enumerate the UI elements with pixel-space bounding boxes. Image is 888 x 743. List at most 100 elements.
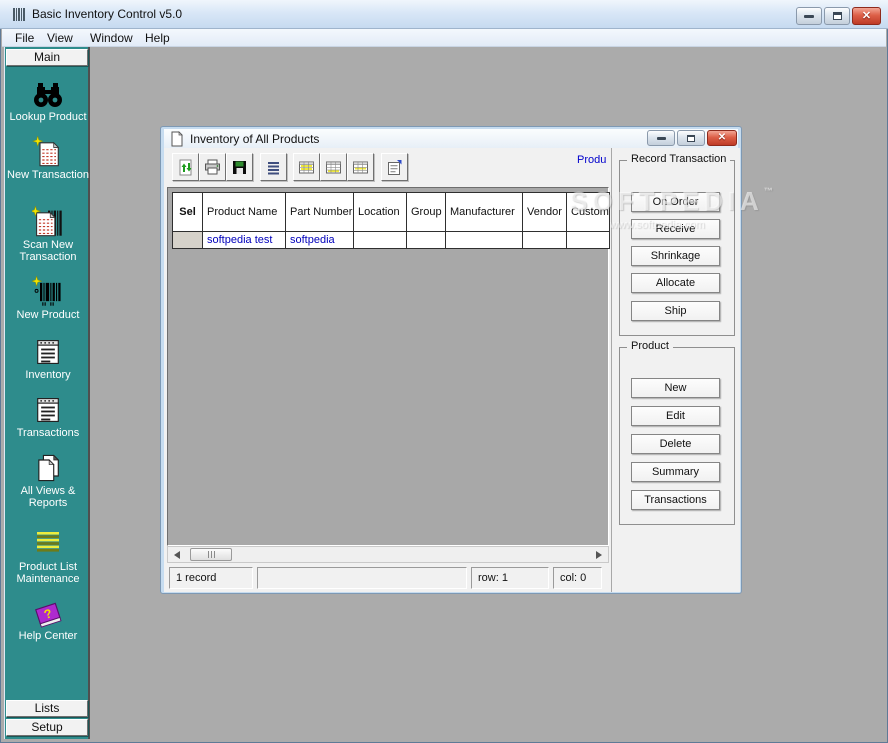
receive-button[interactable]: Receive (631, 219, 720, 239)
cell-group[interactable] (406, 231, 446, 249)
cell-sel[interactable] (172, 231, 203, 249)
refresh-button[interactable] (172, 153, 199, 181)
sidebar-item-inventory[interactable]: Inventory (5, 336, 91, 381)
scroll-left-button[interactable] (170, 548, 184, 561)
menu-view[interactable]: View (44, 31, 76, 45)
minimize-button[interactable] (796, 7, 822, 25)
cell-manufacturer[interactable] (445, 231, 523, 249)
record-transaction-group: Record Transaction On Order Receive Shri… (619, 160, 735, 336)
sidebar-item-label: Help Center (5, 630, 91, 642)
grid-highlight-columns-icon (298, 159, 315, 176)
status-bar: 1 record row: 1 col: 0 (164, 563, 611, 592)
sidebar-item-product-list-maintenance[interactable]: Product List Maintenance (5, 528, 91, 585)
app-title: Basic Inventory Control v5.0 (32, 7, 182, 21)
inventory-right-pane: Record Transaction On Order Receive Shri… (611, 148, 740, 592)
cell-customer[interactable] (566, 231, 610, 249)
sidebar-item-label: Transactions (5, 427, 91, 439)
sidebar-item-new-product[interactable]: New Product (5, 276, 91, 321)
grip-icon (214, 551, 215, 558)
list-view-button[interactable] (260, 153, 287, 181)
documents-icon (32, 452, 64, 484)
cell-part-number[interactable]: softpedia (285, 231, 354, 249)
allocate-button[interactable]: Allocate (631, 273, 720, 293)
column-header-vendor[interactable]: Vendor (522, 192, 567, 232)
delete-product-button[interactable]: Delete (631, 434, 720, 454)
transactions-button[interactable]: Transactions (631, 490, 720, 510)
sidebar-item-label: Lookup Product (5, 111, 91, 123)
grid-plain-button[interactable] (320, 153, 347, 181)
cell-product-name[interactable]: softpedia test (202, 231, 286, 249)
properties-icon (386, 159, 403, 176)
grid-highlight-rows-icon (352, 159, 369, 176)
record-transaction-title: Record Transaction (627, 153, 730, 165)
cell-location[interactable] (353, 231, 407, 249)
properties-button[interactable] (381, 153, 408, 181)
sidebar-item-help-center[interactable]: ? Help Center (5, 597, 91, 642)
child-maximize-button[interactable] (677, 130, 705, 146)
striped-list-icon (32, 528, 64, 560)
menu-window[interactable]: Window (87, 31, 136, 45)
status-record-count: 1 record (169, 567, 253, 589)
sidebar-item-label: Inventory (5, 369, 91, 381)
sidebar-item-all-views-reports[interactable]: All Views & Reports (5, 452, 91, 509)
print-icon (204, 159, 221, 176)
sidebar-tab-setup[interactable]: Setup (6, 719, 88, 736)
save-button[interactable] (226, 153, 253, 181)
sidebar-item-new-transaction[interactable]: New Transaction (5, 136, 91, 181)
scroll-right-button[interactable] (592, 548, 606, 561)
column-header-product-name[interactable]: Product Name (202, 192, 286, 232)
shrinkage-button[interactable]: Shrinkage (631, 246, 720, 266)
save-icon (231, 159, 248, 176)
sidebar-tab-main[interactable]: Main (6, 49, 88, 66)
help-book-icon: ? (32, 597, 64, 629)
child-minimize-button[interactable] (647, 130, 675, 146)
sidebar-item-transactions[interactable]: Transactions (5, 394, 91, 439)
ship-button[interactable]: Ship (631, 301, 720, 321)
app-titlebar: Basic Inventory Control v5.0 ✕ (0, 0, 888, 29)
sidebar: Main Lookup Product (4, 47, 90, 739)
column-header-location[interactable]: Location (353, 192, 407, 232)
close-icon: ✕ (862, 11, 871, 22)
column-header-part-number[interactable]: Part Number (285, 192, 354, 232)
maximize-icon (687, 135, 695, 142)
sidebar-item-label: New Product (5, 309, 91, 321)
cell-vendor[interactable] (522, 231, 567, 249)
app-window: Basic Inventory Control v5.0 ✕ File View… (0, 0, 888, 743)
products-grid[interactable]: Sel Product Name Part Number Location Gr… (167, 187, 609, 546)
column-header-manufacturer[interactable]: Manufacturer (445, 192, 523, 232)
print-button[interactable] (199, 153, 226, 181)
close-button[interactable]: ✕ (852, 7, 881, 25)
status-message (257, 567, 467, 589)
grid-highlight-columns-button[interactable] (293, 153, 320, 181)
grip-icon (208, 551, 209, 558)
minimize-icon (804, 15, 814, 18)
new-product-button[interactable]: New (631, 378, 720, 398)
on-order-button[interactable]: On Order (631, 192, 720, 212)
scan-receipt-icon (32, 206, 64, 238)
column-header-sel[interactable]: Sel (172, 192, 203, 232)
barcode-new-icon (32, 276, 64, 308)
grid-highlight-rows-button[interactable] (347, 153, 374, 181)
sidebar-item-label: All Views & Reports (5, 485, 91, 509)
close-icon: ✕ (718, 133, 726, 143)
sidebar-item-lookup-product[interactable]: Lookup Product (5, 78, 91, 123)
sidebar-item-label: Product List Maintenance (5, 561, 91, 585)
summary-button[interactable]: Summary (631, 462, 720, 482)
list-view-icon (265, 159, 282, 176)
column-header-group[interactable]: Group (406, 192, 446, 232)
child-close-button[interactable]: ✕ (707, 130, 737, 146)
menu-file[interactable]: File (12, 31, 37, 45)
column-header-customer[interactable]: Custom (566, 192, 610, 232)
product-group-title: Product (627, 340, 673, 352)
toolbar-right-label: Produ (577, 154, 609, 166)
horizontal-scrollbar[interactable] (167, 546, 609, 563)
maximize-button[interactable] (824, 7, 850, 25)
edit-product-button[interactable]: Edit (631, 406, 720, 426)
sidebar-item-scan-new-transaction[interactable]: Scan New Transaction (5, 206, 91, 263)
sidebar-item-label: Scan New Transaction (5, 239, 91, 263)
menu-help[interactable]: Help (142, 31, 173, 45)
grid-plain-icon (325, 159, 342, 176)
minimize-icon (657, 137, 666, 140)
scrollbar-thumb[interactable] (190, 548, 232, 561)
sidebar-tab-lists[interactable]: Lists (6, 700, 88, 717)
